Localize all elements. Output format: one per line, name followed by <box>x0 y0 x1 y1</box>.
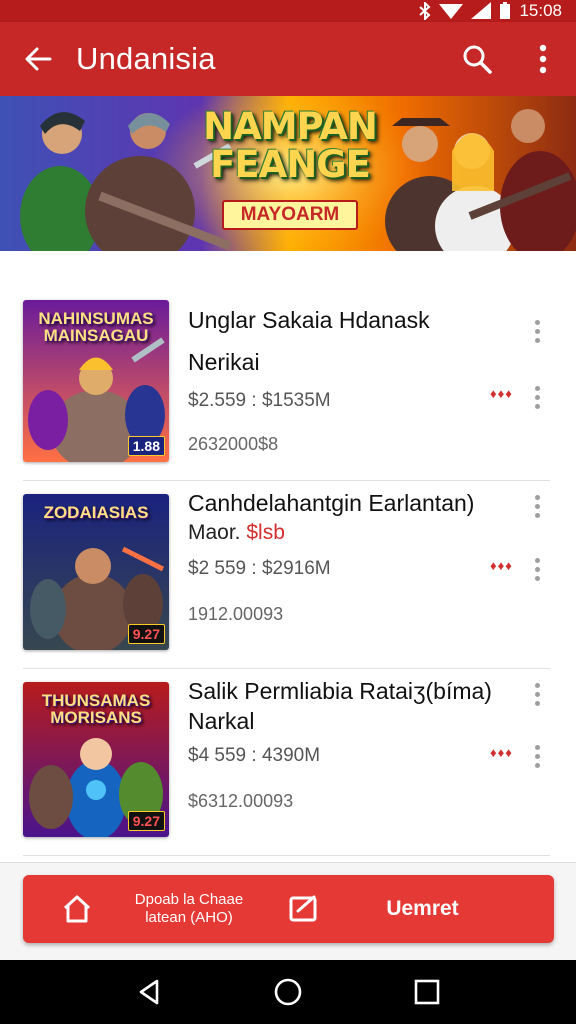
home-circle-icon[interactable] <box>258 962 318 1022</box>
item-price: $2 559 : $2916M <box>188 558 331 579</box>
item-title-line2: Nerikai <box>188 349 260 375</box>
secondary-line2: latean (AHO) <box>145 909 233 926</box>
item-count: $6312.00093 <box>188 791 294 811</box>
item-title-line2: Narkal <box>188 708 255 734</box>
item-count: 1912.00093 <box>188 604 284 624</box>
app-bar: Undanisia <box>0 22 576 96</box>
featured-banner[interactable]: NAMPAN FEANGE MAYOARM <box>0 96 576 251</box>
battery-icon <box>499 2 511 20</box>
status-bar: 15:08 <box>0 0 576 22</box>
more-vert-icon[interactable] <box>510 22 576 96</box>
signal-icon <box>471 2 492 20</box>
list-item[interactable]: ZODAIASIAS 9.27 Canhdelahantgin Earlanta… <box>0 481 576 668</box>
item-price: $4 559 : 4390M <box>188 745 321 766</box>
banner-title-line1: NAMPAN <box>203 105 378 148</box>
system-nav-bar <box>0 960 576 1024</box>
item-rating: ♦♦♦ <box>490 745 513 760</box>
recents-square-icon[interactable] <box>397 962 457 1022</box>
item-more-icon[interactable] <box>530 683 544 706</box>
item-title: Canhdelahantgin Earlantan) <box>188 490 475 516</box>
item-more-icon[interactable] <box>530 495 544 518</box>
bottom-action-panel: Dpoab la Chaae latean (AHO) Uemret <box>0 862 576 960</box>
wifi-icon <box>439 2 464 20</box>
item-more-icon[interactable] <box>530 320 544 343</box>
item-subtitle-prefix: Maor. <box>188 521 241 544</box>
item-rating: ♦♦♦ <box>490 386 513 401</box>
page-title: Undanisia <box>76 41 216 76</box>
item-rating: ♦♦♦ <box>490 558 513 573</box>
banner-subtitle: MAYOARM <box>222 200 358 230</box>
banner-title-line2: FEANGE <box>210 143 371 186</box>
primary-action-label: Uemret <box>386 897 459 920</box>
item-count: 2632000$8 <box>188 434 279 454</box>
back-arrow-icon[interactable] <box>0 22 76 96</box>
thumbnail-badge: 9.27 <box>127 811 165 831</box>
thumbnail-title: NAHINSUMAS MAINSAGAU <box>38 309 154 345</box>
item-rating-more-icon[interactable] <box>530 558 544 581</box>
game-thumbnail[interactable]: THUNSAMAS MORISANS 9.27 <box>23 682 169 837</box>
list-item[interactable]: NAHINSUMAS MAINSAGAU 1.88 Unglar Sakaia … <box>0 282 576 480</box>
primary-action-button[interactable]: Dpoab la Chaae latean (AHO) Uemret <box>23 875 554 943</box>
secondary-action-text: Dpoab la Chaae latean (AHO) <box>109 891 269 927</box>
game-thumbnail[interactable]: NAHINSUMAS MAINSAGAU 1.88 <box>23 300 169 462</box>
edit-icon <box>281 893 327 925</box>
thumbnail-title: ZODAIASIAS <box>43 503 149 522</box>
bluetooth-icon <box>419 2 431 20</box>
item-rating-more-icon[interactable] <box>530 745 544 768</box>
thumbnail-badge: 9.27 <box>127 624 165 644</box>
item-price: $2.559 : $1535M <box>188 390 331 411</box>
game-thumbnail[interactable]: ZODAIASIAS 9.27 <box>23 494 169 650</box>
thumbnail-title: THUNSAMAS MORISANS <box>41 691 151 727</box>
status-time: 15:08 <box>519 1 562 20</box>
item-rating-more-icon[interactable] <box>530 386 544 409</box>
search-icon[interactable] <box>444 22 510 96</box>
banner-title: NAMPAN FEANGE <box>200 108 380 184</box>
item-subtitle-highlight: $lsb <box>246 521 285 544</box>
secondary-line1: Dpoab la Chaae <box>134 891 244 908</box>
item-subtitle: Maor. $lsb <box>188 521 285 545</box>
thumbnail-badge: 1.88 <box>127 436 165 456</box>
list-item[interactable]: THUNSAMAS MORISANS 9.27 Salik Permliabia… <box>0 669 576 855</box>
item-title: Unglar Sakaia Hdanask <box>188 307 430 333</box>
back-triangle-icon[interactable] <box>119 962 179 1022</box>
divider <box>23 855 550 856</box>
home-icon <box>45 893 109 925</box>
